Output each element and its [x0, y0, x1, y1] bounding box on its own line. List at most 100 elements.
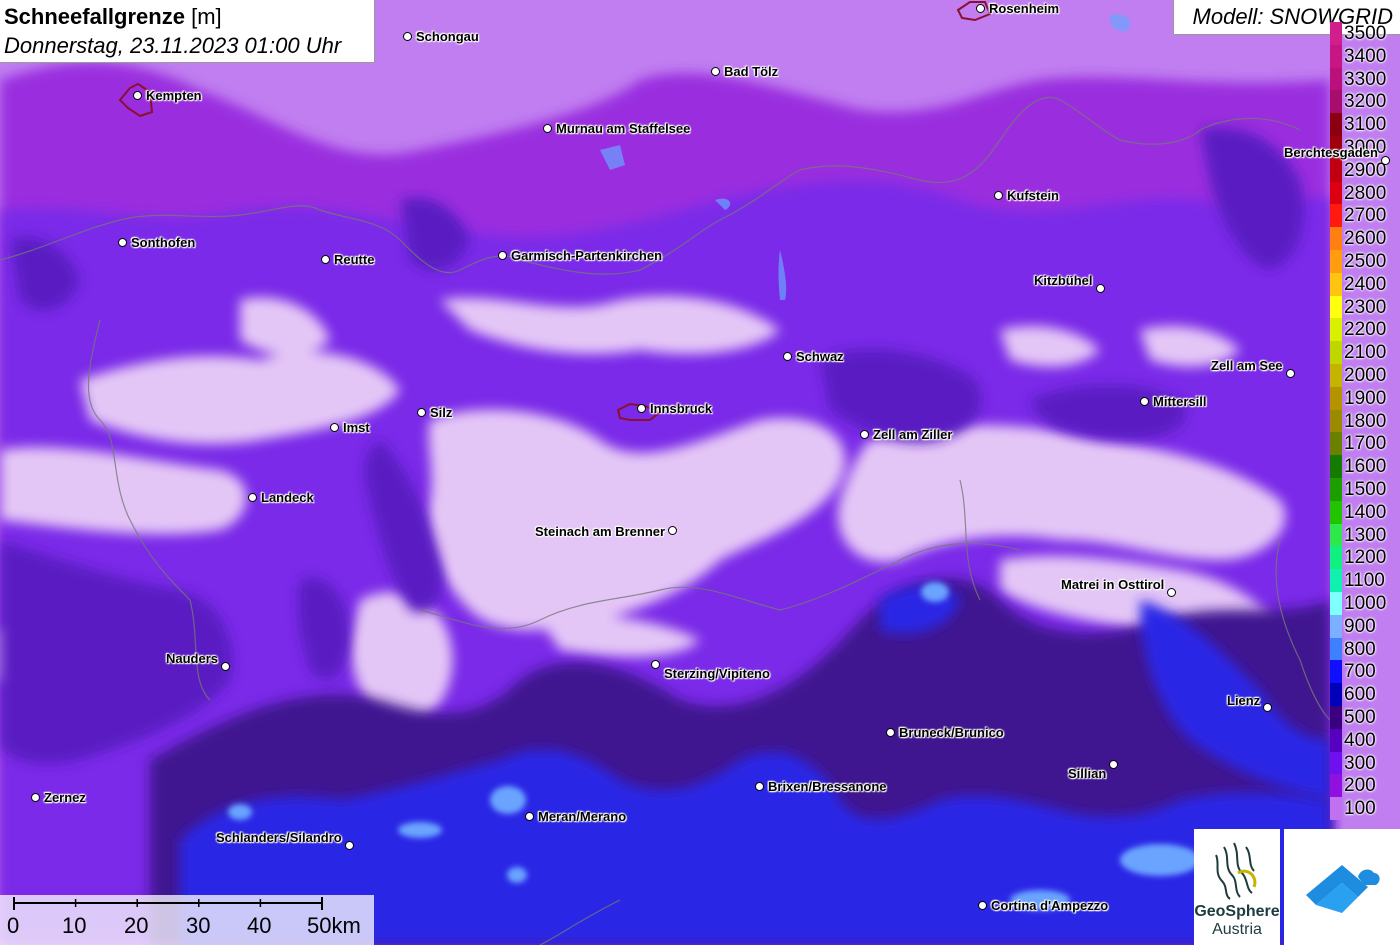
legend-swatch	[1330, 592, 1342, 615]
legend-label: 800	[1344, 638, 1376, 660]
legend-row: 2500	[1328, 250, 1400, 273]
city-marker[interactable]	[637, 404, 646, 413]
snowfall-limit-map[interactable]	[0, 0, 1400, 945]
city-marker[interactable]	[1263, 703, 1272, 712]
scale-label-0: 0	[7, 913, 20, 938]
geosphere-line1: GeoSphere	[1194, 903, 1280, 920]
legend-label: 2400	[1344, 273, 1387, 295]
legend-label: 3400	[1344, 45, 1387, 67]
city-label: Reutte	[334, 252, 375, 267]
city-marker[interactable]	[118, 238, 127, 247]
legend-row: 1100	[1328, 569, 1400, 593]
legend-row: 2100	[1328, 341, 1400, 365]
legend-row: 700	[1328, 660, 1400, 684]
city-marker[interactable]	[1286, 369, 1295, 378]
legend-label: 2600	[1344, 228, 1387, 250]
city-marker[interactable]	[498, 251, 507, 260]
geosphere-icon	[1215, 842, 1257, 900]
legend-row: 2700	[1328, 204, 1400, 228]
legend-swatch	[1330, 113, 1342, 137]
city-marker[interactable]	[668, 526, 677, 535]
legend-row: 3400	[1328, 44, 1400, 68]
city-label: Matrei in Osttirol	[1061, 577, 1165, 592]
city-marker[interactable]	[994, 191, 1003, 200]
legend-row: 3500	[1328, 22, 1400, 45]
city-label: Landeck	[261, 490, 314, 505]
legend-label: 400	[1344, 729, 1376, 751]
legend-swatch	[1330, 44, 1342, 68]
legend-label: 2300	[1344, 296, 1387, 318]
legend-swatch	[1330, 204, 1342, 228]
city-marker[interactable]	[248, 493, 257, 502]
city-marker[interactable]	[221, 662, 230, 671]
city-marker[interactable]	[1109, 760, 1118, 769]
legend-label: 300	[1344, 752, 1376, 774]
city-marker[interactable]	[345, 841, 354, 850]
legend-label: 2100	[1344, 342, 1387, 364]
city-marker[interactable]	[755, 782, 764, 791]
legend-row: 3300	[1328, 67, 1400, 91]
legend-row: 1200	[1328, 546, 1400, 570]
legend-label: 700	[1344, 661, 1376, 683]
legend-row: 1400	[1328, 500, 1400, 524]
scale-label-40: 40	[247, 913, 272, 938]
legend-row: 300	[1328, 751, 1400, 775]
legend-swatch	[1330, 614, 1342, 638]
legend-swatch	[1330, 774, 1342, 798]
city-label: Kufstein	[1007, 188, 1059, 203]
city-marker[interactable]	[543, 124, 552, 133]
city-marker[interactable]	[978, 901, 987, 910]
city-marker[interactable]	[1381, 156, 1390, 165]
legend-swatch	[1330, 318, 1342, 342]
geosphere-line2: Austria	[1212, 921, 1262, 938]
legend-swatch	[1330, 181, 1342, 205]
city-marker[interactable]	[651, 660, 660, 669]
city-marker[interactable]	[31, 793, 40, 802]
legend-swatch	[1330, 90, 1342, 114]
city-marker[interactable]	[860, 430, 869, 439]
city-label: Schlanders/Silandro	[216, 830, 342, 845]
city-label: Zell am Ziller	[873, 427, 953, 442]
legend-label: 900	[1344, 615, 1376, 637]
scale-label-50km: 50km	[307, 913, 361, 938]
city-label: Bad Tölz	[724, 64, 779, 79]
city-marker[interactable]	[1167, 588, 1176, 597]
weather-app-logo	[1284, 829, 1400, 945]
city-marker[interactable]	[1096, 284, 1105, 293]
legend-label: 1500	[1344, 479, 1387, 500]
city-label: Sonthofen	[131, 235, 196, 250]
legend-row: 900	[1328, 614, 1400, 638]
legend-label: 1100	[1344, 570, 1385, 592]
city-marker[interactable]	[525, 812, 534, 821]
geosphere-logo: GeoSphere Austria	[1194, 829, 1280, 945]
city-marker[interactable]	[783, 352, 792, 361]
city-label: Kempten	[146, 88, 202, 103]
city-marker[interactable]	[886, 728, 895, 737]
legend-label: 2700	[1344, 205, 1387, 227]
legend-row: 600	[1328, 683, 1400, 707]
city-marker[interactable]	[403, 32, 412, 41]
city-marker[interactable]	[330, 423, 339, 432]
city-marker[interactable]	[321, 255, 330, 264]
city-marker[interactable]	[711, 67, 720, 76]
city-label: Zell am See	[1211, 358, 1283, 373]
scale-label-10: 10	[62, 913, 87, 938]
legend-row: 500	[1328, 706, 1400, 729]
legend-swatch	[1330, 250, 1342, 273]
legend-swatch	[1330, 683, 1342, 707]
city-marker[interactable]	[976, 4, 985, 13]
city-marker[interactable]	[417, 408, 426, 417]
legend-label: 3200	[1344, 91, 1387, 113]
city-marker[interactable]	[133, 91, 142, 100]
legend-row: 3100	[1328, 113, 1400, 137]
city-marker[interactable]	[1140, 397, 1149, 406]
legend-swatch	[1330, 500, 1342, 524]
city-label: Mittersill	[1153, 394, 1207, 409]
city-label: Schwaz	[796, 349, 844, 364]
legend-label: 100	[1344, 798, 1376, 820]
city-label: Sterzing/Vipiteno	[664, 666, 770, 681]
legend-swatch	[1330, 364, 1342, 387]
city-label: Kitzbühel	[1034, 273, 1093, 288]
legend-swatch	[1330, 295, 1342, 319]
city-label: Imst	[343, 420, 370, 435]
